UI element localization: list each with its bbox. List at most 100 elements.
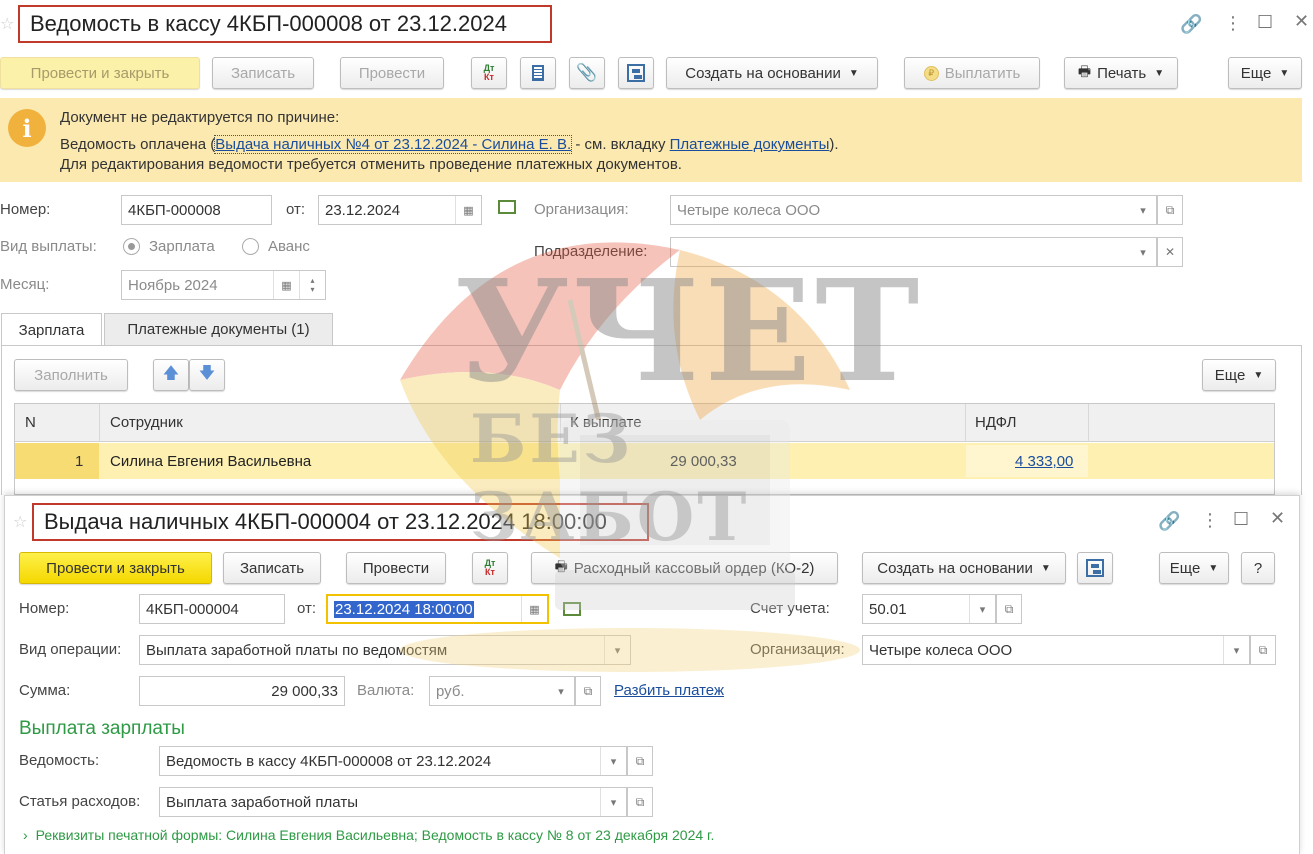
month-field[interactable]: Ноябрь 2024 ▦ ▴ ▾: [121, 270, 326, 300]
calendar-icon[interactable]: ▦: [521, 596, 547, 622]
open-expense-icon[interactable]: ⧉: [627, 787, 653, 817]
more-button[interactable]: Еще ▼: [1159, 552, 1229, 584]
op-type-label: Вид операции:: [19, 641, 122, 658]
more-button[interactable]: Еще ▼: [1228, 57, 1302, 89]
printer-icon: 🖶: [554, 558, 568, 574]
expense-label: Статья расходов:: [19, 793, 141, 810]
open-statement-icon[interactable]: ⧉: [627, 746, 653, 776]
list-icon: [532, 65, 544, 81]
link-icon[interactable]: 🔗: [1158, 511, 1180, 532]
create-based-on-button[interactable]: Создать на основании ▼: [862, 552, 1066, 584]
calendar-icon[interactable]: ▦: [273, 271, 299, 299]
calendar-icon[interactable]: ▦: [455, 196, 481, 224]
open-account-icon[interactable]: ⧉: [996, 594, 1022, 624]
save-button[interactable]: Записать: [223, 552, 321, 584]
move-down-button[interactable]: 🡇: [189, 359, 225, 391]
cell-ndfl[interactable]: 4 333,00: [1015, 453, 1073, 470]
payment-doc-link[interactable]: Выдача наличных №4 от 23.12.2024 - Силин…: [214, 135, 573, 154]
post-button[interactable]: Провести: [340, 57, 444, 89]
op-type-field[interactable]: Выплата заработной платы по ведомостям ▾: [139, 635, 631, 665]
close-icon[interactable]: ✕: [1294, 11, 1309, 32]
open-organization-icon[interactable]: ⧉: [1157, 195, 1183, 225]
dt-kt-icon: Дт Кт: [484, 558, 496, 577]
date-field[interactable]: 23.12.2024 ▦: [318, 195, 482, 225]
radio-salary[interactable]: [123, 238, 140, 255]
number-field[interactable]: 4КБП-000004: [139, 594, 285, 624]
fill-button[interactable]: Заполнить: [14, 359, 128, 391]
help-button[interactable]: ?: [1241, 552, 1275, 584]
notice-line-3: Для редактирования ведомости требуется о…: [60, 156, 682, 173]
table-row[interactable]: 1 Силина Евгения Васильевна 29 000,33 4 …: [15, 443, 1274, 479]
pay-button[interactable]: ₽ Выплатить: [904, 57, 1040, 89]
cell-amount: 29 000,33: [670, 453, 737, 470]
date-field[interactable]: 23.12.2024 18:00:00 ▦: [326, 594, 549, 624]
print-button[interactable]: 🖶 Печать ▼: [1064, 57, 1178, 89]
dropdown-icon[interactable]: ▾: [548, 677, 574, 705]
window-cash-issue: ☆ Выдача наличных 4КБП-000004 от 23.12.2…: [4, 495, 1300, 854]
print-details-group[interactable]: › Реквизиты печатной формы: Силина Евгени…: [23, 827, 714, 843]
create-based-on-button[interactable]: Создать на основании ▼: [666, 57, 878, 89]
organization-field[interactable]: Четыре колеса ООО ▾: [670, 195, 1157, 225]
open-currency-icon[interactable]: ⧉: [575, 676, 601, 706]
structure-button[interactable]: [618, 57, 654, 89]
attach-button[interactable]: 📎: [569, 57, 605, 89]
tab-payment-documents[interactable]: Платежные документы (1): [104, 313, 333, 345]
payment-docs-tab-link[interactable]: Платежные документы: [670, 136, 830, 153]
organization-label: Организация:: [750, 641, 845, 658]
window-title: Выдача наличных 4КБП-000004 от 23.12.202…: [32, 503, 649, 541]
radio-advance[interactable]: [242, 238, 259, 255]
dropdown-icon[interactable]: ▾: [1223, 636, 1249, 664]
open-organization-icon[interactable]: ⧉: [1250, 635, 1276, 665]
header-ndfl[interactable]: НДФЛ: [975, 414, 1016, 431]
tab-salary[interactable]: Зарплата: [1, 313, 102, 346]
maximize-icon[interactable]: ☐: [1257, 12, 1273, 33]
maximize-icon[interactable]: ☐: [1233, 509, 1249, 530]
dropdown-icon[interactable]: ▾: [604, 636, 630, 664]
pay-type-label: Вид выплаты:: [0, 238, 97, 255]
tab-more-button[interactable]: Еще ▼: [1202, 359, 1276, 391]
star-icon[interactable]: ☆: [0, 14, 14, 34]
structure-button[interactable]: [1077, 552, 1113, 584]
number-label: Номер:: [19, 600, 70, 617]
header-employee[interactable]: Сотрудник: [110, 414, 183, 431]
account-field[interactable]: 50.01 ▾: [862, 594, 996, 624]
date-label: от:: [297, 600, 317, 617]
header-amount[interactable]: К выплате: [570, 414, 642, 431]
post-button[interactable]: Провести: [346, 552, 446, 584]
statement-field[interactable]: Ведомость в кассу 4КБП-000008 от 23.12.2…: [159, 746, 627, 776]
dropdown-icon[interactable]: ▾: [600, 747, 626, 775]
post-and-close-button[interactable]: Провести и закрыть: [0, 57, 200, 89]
coin-icon: ₽: [923, 65, 939, 81]
more-vert-icon[interactable]: ⋮: [1224, 13, 1242, 34]
expense-field[interactable]: Выплата заработной платы ▾: [159, 787, 627, 817]
list-button[interactable]: [520, 57, 556, 89]
clear-department-icon[interactable]: ✕: [1157, 237, 1183, 267]
spin-icon[interactable]: ▴ ▾: [299, 271, 325, 299]
number-field[interactable]: 4КБП-000008: [121, 195, 272, 225]
dropdown-icon[interactable]: ▾: [969, 595, 995, 623]
currency-label: Валюта:: [357, 682, 415, 699]
chevron-down-icon: ▼: [1253, 369, 1264, 381]
dropdown-icon[interactable]: ▾: [1130, 238, 1156, 266]
sum-field[interactable]: 29 000,33: [139, 676, 345, 706]
close-icon[interactable]: ✕: [1270, 508, 1285, 529]
split-payment-link[interactable]: Разбить платеж: [614, 682, 724, 699]
move-up-button[interactable]: 🡅: [153, 359, 189, 391]
account-label: Счет учета:: [750, 600, 830, 617]
arrow-up-icon: 🡅: [162, 364, 180, 382]
header-n[interactable]: N: [25, 414, 36, 431]
dt-kt-button[interactable]: Дт Кт: [472, 552, 508, 584]
link-icon[interactable]: 🔗: [1180, 14, 1202, 35]
save-button[interactable]: Записать: [212, 57, 314, 89]
dropdown-icon[interactable]: ▾: [1130, 196, 1156, 224]
dt-kt-button[interactable]: Дт Кт: [471, 57, 507, 89]
post-and-close-button[interactable]: Провести и закрыть: [19, 552, 212, 584]
more-vert-icon[interactable]: ⋮: [1201, 510, 1219, 531]
dropdown-icon[interactable]: ▾: [600, 788, 626, 816]
organization-field[interactable]: Четыре колеса ООО ▾: [862, 635, 1250, 665]
cash-order-print-button[interactable]: 🖶 Расходный кассовый ордер (КО-2): [531, 552, 838, 584]
department-field[interactable]: ▾: [670, 237, 1157, 267]
star-icon[interactable]: ☆: [13, 512, 27, 532]
currency-field[interactable]: руб. ▾: [429, 676, 575, 706]
chevron-down-icon: ▼: [1208, 562, 1219, 574]
